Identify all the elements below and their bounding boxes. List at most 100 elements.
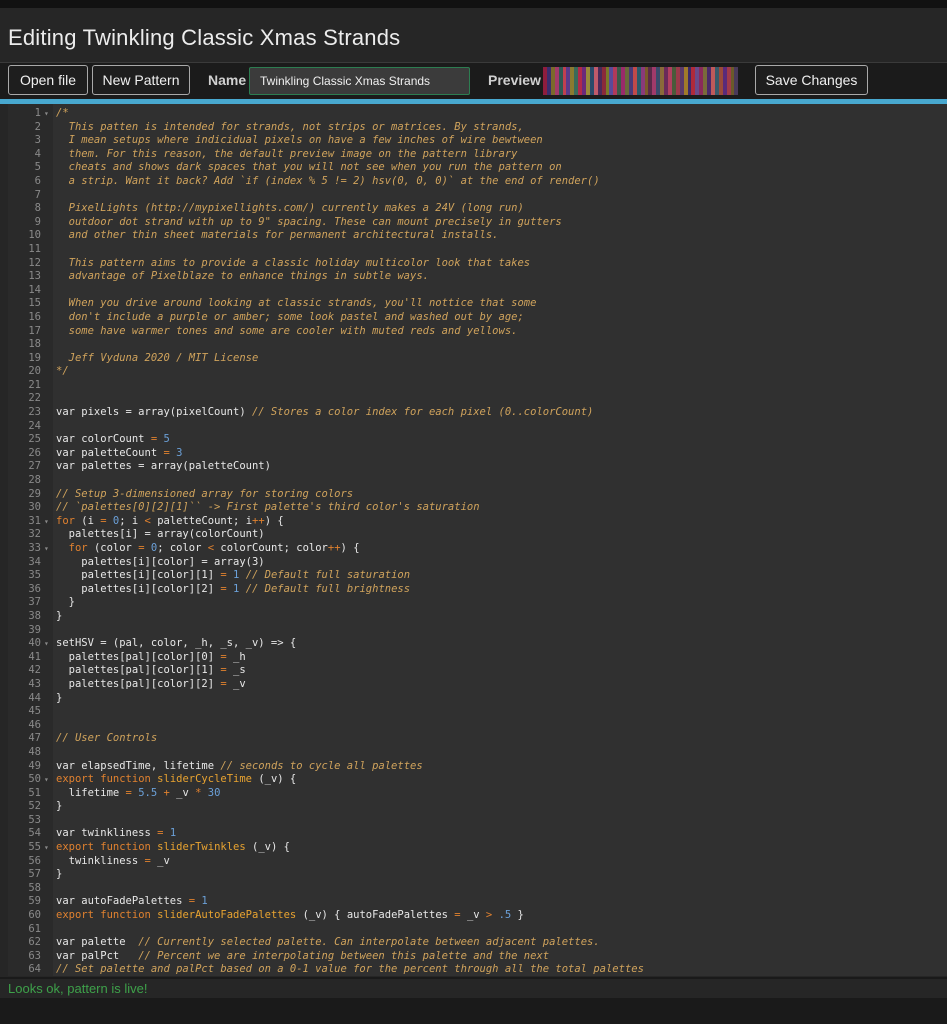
code-line[interactable]: 47 // User Controls bbox=[8, 732, 947, 746]
code-text: var paletteCount = 3 bbox=[56, 447, 182, 461]
code-line[interactable]: 17 some have warmer tones and some are c… bbox=[8, 325, 947, 339]
code-line[interactable]: 61 bbox=[8, 923, 947, 937]
code-line[interactable]: 31 ▾ for (i = 0; i < paletteCount; i++) { bbox=[8, 515, 947, 529]
line-number: 6 bbox=[34, 174, 41, 187]
code-token: // Default full saturation bbox=[245, 569, 411, 582]
code-line[interactable]: 44} bbox=[8, 692, 947, 706]
code-token: This patten is intended for strands, not… bbox=[56, 120, 524, 133]
code-line[interactable]: 52} bbox=[8, 800, 947, 814]
code-line[interactable]: 30 // `palettes[0][2][1]`` -> First palet… bbox=[8, 501, 947, 515]
code-line[interactable]: 18 bbox=[8, 338, 947, 352]
line-number: 57 bbox=[28, 868, 41, 881]
code-line[interactable]: 19 Jeff Vyduna 2020 / MIT License bbox=[8, 352, 947, 366]
code-line[interactable]: 28 bbox=[8, 474, 947, 488]
code-line[interactable]: 26 var paletteCount = 3 bbox=[8, 447, 947, 461]
code-line[interactable]: 4 them. For this reason, the default pre… bbox=[8, 148, 947, 162]
code-line[interactable]: 23 var pixels = array(pixelCount) // Stor… bbox=[8, 406, 947, 420]
line-number: 46 bbox=[28, 718, 41, 731]
code-line[interactable]: 35 palettes[i][color][1] = 1 // Default … bbox=[8, 569, 947, 583]
code-token: ++ bbox=[327, 542, 341, 554]
code-line[interactable]: 58 bbox=[8, 882, 947, 896]
code-line[interactable]: 50 ▾ export function sliderCycleTime (_v) … bbox=[8, 773, 947, 787]
code-line[interactable]: 40 ▾ setHSV = (pal, color, _h, _s, _v) => … bbox=[8, 637, 947, 651]
fold-chevron-icon[interactable]: ▾ bbox=[44, 773, 49, 787]
fold-chevron-icon[interactable]: ▾ bbox=[44, 542, 49, 556]
code-token: (i bbox=[74, 514, 101, 527]
save-changes-button[interactable]: Save Changes bbox=[755, 65, 868, 95]
code-line[interactable]: 39 bbox=[8, 624, 947, 638]
code-line[interactable]: 8 PixelLights (http://mypixellights.com/… bbox=[8, 202, 947, 216]
code-line[interactable]: 49 var elapsedTime, lifetime // seconds t… bbox=[8, 760, 947, 774]
code-token: } bbox=[56, 691, 63, 704]
code-editor[interactable]: 1 ▾/* 2 This patten is intended for strand… bbox=[8, 104, 947, 976]
code-line[interactable]: 51 lifetime = 5.5 + _v * 30 bbox=[8, 787, 947, 801]
pattern-name-input[interactable] bbox=[249, 67, 470, 95]
code-lines[interactable]: 1 ▾/* 2 This patten is intended for strand… bbox=[8, 107, 947, 976]
code-line[interactable]: 15 When you drive around looking at clas… bbox=[8, 297, 947, 311]
open-file-button[interactable]: Open file bbox=[8, 65, 88, 95]
code-line[interactable]: 14 bbox=[8, 284, 947, 298]
fold-chevron-icon[interactable]: ▾ bbox=[44, 107, 49, 121]
code-line[interactable]: 25 var colorCount = 5 bbox=[8, 433, 947, 447]
code-line[interactable]: 36 palettes[i][color][2] = 1 // Default … bbox=[8, 583, 947, 597]
code-line[interactable]: 45 bbox=[8, 705, 947, 719]
code-token: PixelLights (http://mypixellights.com/) … bbox=[56, 202, 524, 215]
code-line[interactable]: 20 */ bbox=[8, 365, 947, 379]
code-line[interactable]: 53 bbox=[8, 814, 947, 828]
code-line[interactable]: 29 // Setup 3-dimensioned array for stori… bbox=[8, 488, 947, 502]
fold-chevron-icon[interactable]: ▾ bbox=[44, 841, 49, 855]
code-line[interactable]: 21 bbox=[8, 379, 947, 393]
code-line[interactable]: 43 palettes[pal][color][2] = _v bbox=[8, 678, 947, 692]
line-number: 54 bbox=[28, 827, 41, 840]
code-line[interactable]: 5 cheats and shows dark spaces that you … bbox=[8, 161, 947, 175]
code-line[interactable]: 48 bbox=[8, 746, 947, 760]
code-line[interactable]: 6 a strip. Want it back? Add `if (index … bbox=[8, 175, 947, 189]
code-line[interactable]: 13 advantage of Pixelblaze to enhance th… bbox=[8, 270, 947, 284]
code-line[interactable]: 42 palettes[pal][color][1] = _s bbox=[8, 664, 947, 678]
code-token: var palette bbox=[56, 936, 139, 949]
code-text: var colorCount = 5 bbox=[56, 433, 170, 447]
code-line[interactable]: 54 var twinkliness = 1 bbox=[8, 827, 947, 841]
code-line[interactable]: 57} bbox=[8, 868, 947, 882]
code-token: 1 bbox=[169, 827, 177, 840]
code-line[interactable]: 11 bbox=[8, 243, 947, 257]
code-line[interactable]: 34 palettes[i][color] = array(3) bbox=[8, 556, 947, 570]
code-line[interactable]: 16 don't include a purple or amber; some… bbox=[8, 311, 947, 325]
code-line[interactable]: 3 I mean setups where indicidual pixels … bbox=[8, 134, 947, 148]
code-line[interactable]: 62 var palette // Currently selected pale… bbox=[8, 936, 947, 950]
line-number: 24 bbox=[28, 419, 41, 432]
fold-chevron-icon[interactable]: ▾ bbox=[44, 637, 49, 651]
code-line[interactable]: 41 palettes[pal][color][0] = _h bbox=[8, 651, 947, 665]
code-line[interactable]: 22 bbox=[8, 392, 947, 406]
code-line[interactable]: 60 export function sliderAutoFadePalettes… bbox=[8, 909, 947, 923]
code-line[interactable]: 1 ▾ /* bbox=[8, 107, 947, 121]
code-line[interactable]: 55 ▾ export function sliderTwinkles (_v) { bbox=[8, 841, 947, 855]
line-number: 49 bbox=[28, 759, 41, 772]
code-token: palettes[i][color] = array(3) bbox=[56, 555, 265, 568]
code-token: export bbox=[56, 773, 94, 786]
code-token: palettes[pal][color][2] bbox=[56, 677, 221, 690]
code-line[interactable]: 32 palettes[i] = array(colorCount) bbox=[8, 528, 947, 542]
code-line[interactable]: 64 // Set palette and palPct based on a 0… bbox=[8, 963, 947, 976]
fold-chevron-icon[interactable]: ▾ bbox=[44, 515, 49, 529]
code-line[interactable]: 33 ▾ for (color = 0; color < colorCount; … bbox=[8, 542, 947, 556]
line-number: 38 bbox=[28, 609, 41, 622]
code-line[interactable]: 12 This pattern aims to provide a classi… bbox=[8, 257, 947, 271]
code-line[interactable]: 63 var palPct // Percent we are interpola… bbox=[8, 950, 947, 964]
code-line[interactable]: 7 bbox=[8, 189, 947, 203]
line-number: 17 bbox=[28, 324, 41, 337]
code-line[interactable]: 59 var autoFadePalettes = 1 bbox=[8, 895, 947, 909]
code-line[interactable]: 38} bbox=[8, 610, 947, 624]
code-line[interactable]: 9 outdoor dot strand with up to 9" spaci… bbox=[8, 216, 947, 230]
new-pattern-button[interactable]: New Pattern bbox=[92, 65, 190, 95]
code-line[interactable]: 46 bbox=[8, 719, 947, 733]
code-line[interactable]: 2 This patten is intended for strands, n… bbox=[8, 121, 947, 135]
line-number: 13 bbox=[28, 270, 41, 283]
code-line[interactable]: 10 and other thin sheet materials for pe… bbox=[8, 229, 947, 243]
code-line[interactable]: 56 twinkliness = _v bbox=[8, 855, 947, 869]
code-token: 1 bbox=[201, 895, 208, 908]
code-line[interactable]: 37 } bbox=[8, 596, 947, 610]
code-line[interactable]: 27 var palettes = array(paletteCount) bbox=[8, 460, 947, 474]
code-line[interactable]: 24 bbox=[8, 420, 947, 434]
